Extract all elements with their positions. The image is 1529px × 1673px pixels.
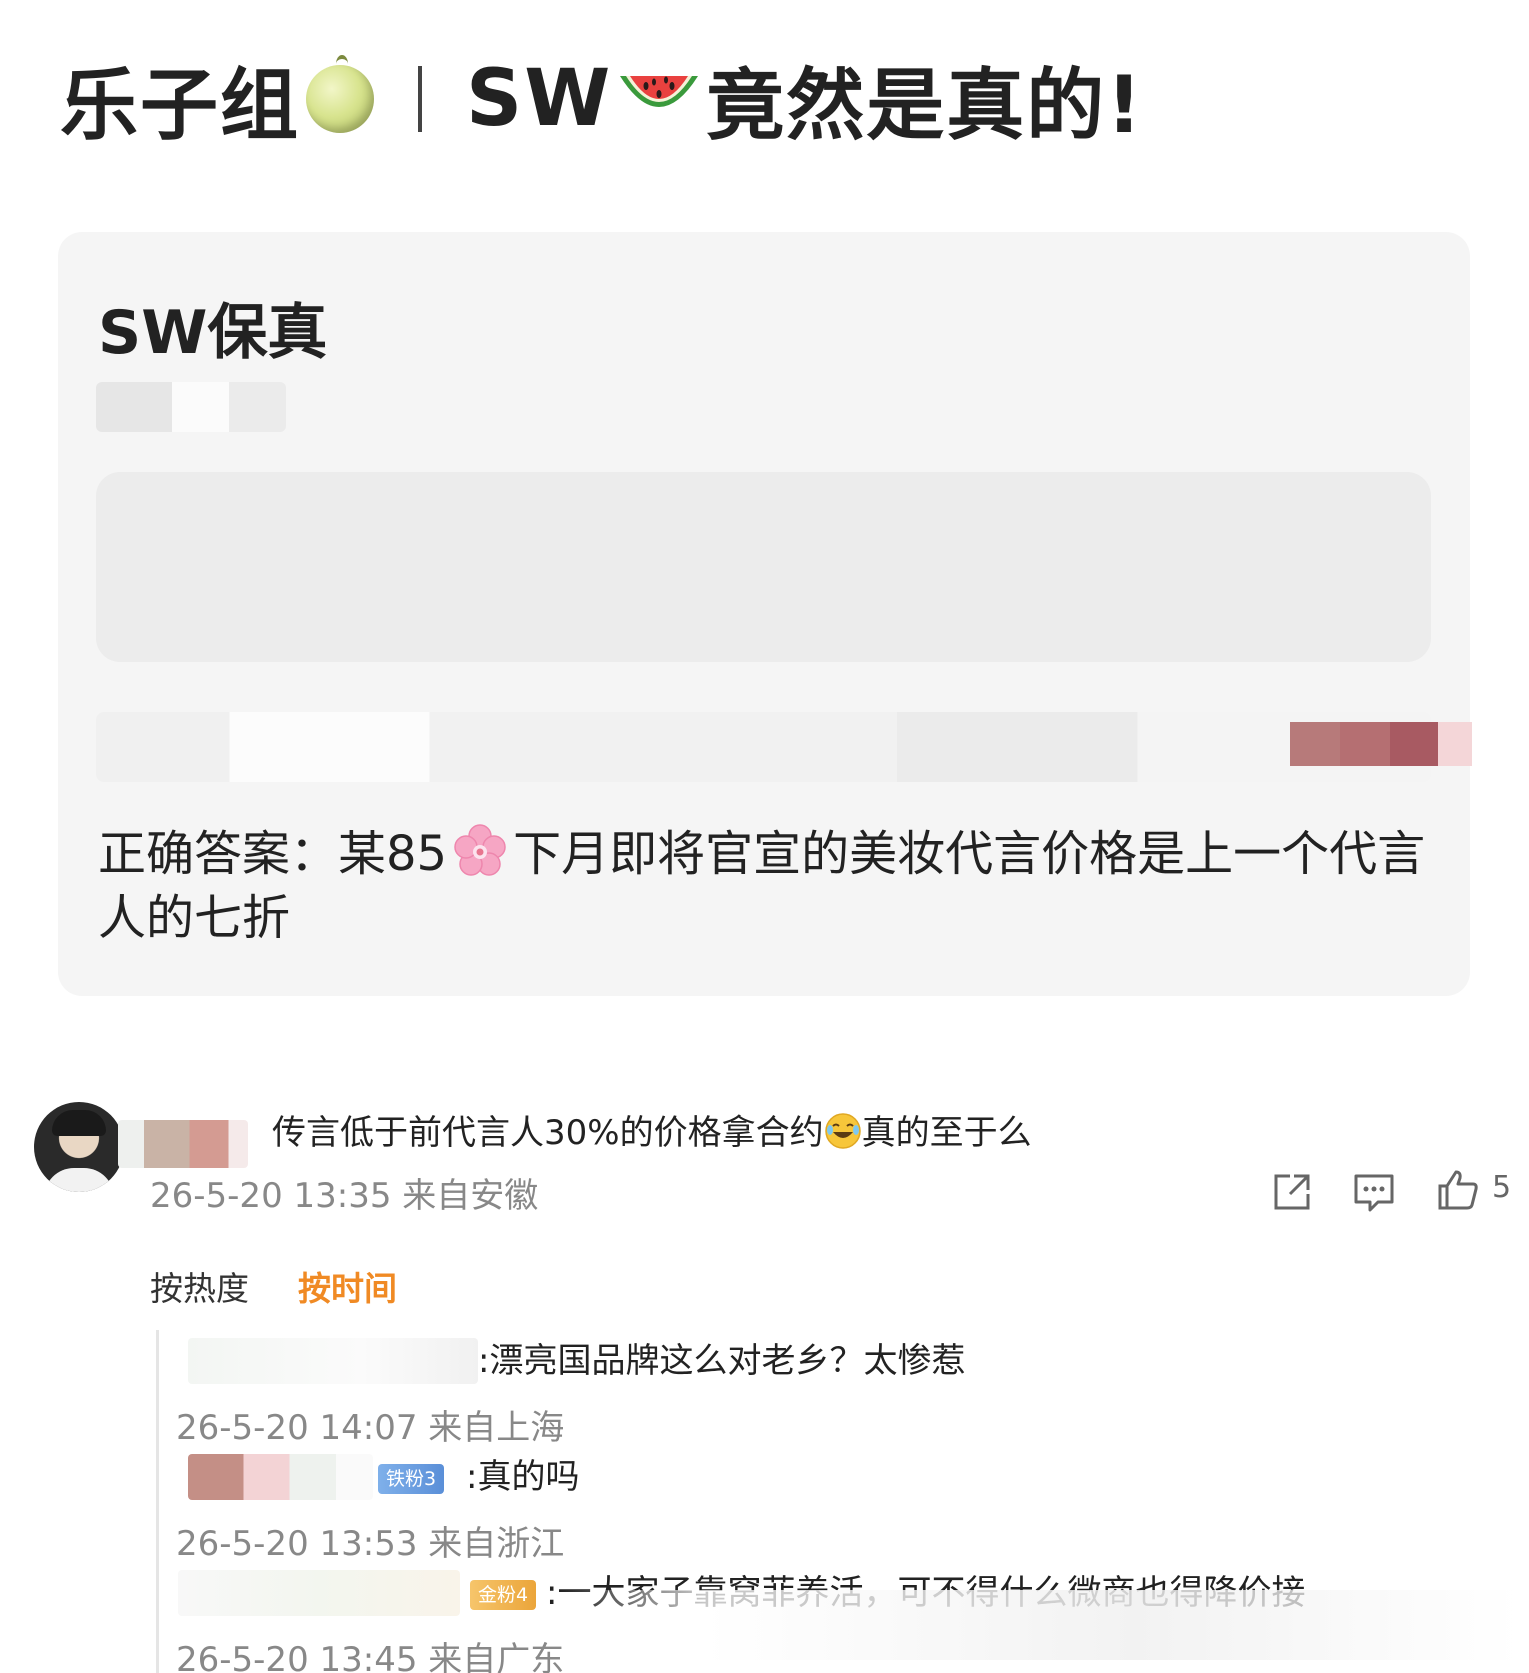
card-answer: 正确答案：某85 下月即将官宣的美妆代言价格是上一个代言人的七折 — [98, 822, 1428, 950]
blurred-username[interactable] — [118, 1120, 248, 1168]
like-count: 5 — [1492, 1170, 1512, 1205]
sort-by-hot-tab[interactable]: 按热度 — [150, 1262, 249, 1310]
reply-thread-bar — [156, 1330, 159, 1673]
comment-text: 传言低于前代言人30%的价格拿合约 真的至于么 — [272, 1110, 1032, 1156]
headline-right-text-b: 竟然是真的! — [706, 61, 1144, 151]
laughing-tears-icon — [824, 1113, 861, 1149]
headline-right-text-a: SW — [466, 54, 613, 144]
reply-text: :真的吗 — [466, 1457, 580, 1497]
watermelon-icon — [620, 76, 699, 107]
cherry-blossom-icon — [454, 824, 506, 876]
comment-meta: 26-5-20 13:35 来自安徽 — [150, 1176, 539, 1216]
reply-meta: 26-5-20 14:07 来自上海 — [176, 1408, 565, 1448]
comment-icon[interactable] — [1352, 1168, 1396, 1216]
blurred-author-meta — [96, 382, 286, 432]
share-icon[interactable] — [1270, 1168, 1314, 1216]
watermark-smear — [560, 1590, 1520, 1660]
gold-fan-badge: 金粉4 — [470, 1580, 537, 1610]
blurred-reply-username[interactable] — [188, 1338, 478, 1384]
blurred-reply-username[interactable] — [188, 1454, 373, 1500]
blurred-chip — [1390, 722, 1440, 766]
headline-divider — [418, 66, 423, 132]
blurred-content-block — [96, 472, 1431, 662]
comment-text-b: 真的至于么 — [861, 1113, 1032, 1153]
blurred-chip — [1340, 722, 1390, 766]
comment-text-a: 传言低于前代言人30%的价格拿合约 — [272, 1113, 824, 1153]
answer-prefix: 正确答案：某85 — [98, 826, 448, 882]
headline-left-text: 乐子组 — [60, 61, 301, 151]
iron-fan-badge: 铁粉3 — [378, 1464, 445, 1494]
blurred-chip — [1438, 722, 1472, 766]
card-title: SW保真 — [98, 298, 328, 368]
reply-meta: 26-5-20 13:45 来自广东 — [176, 1640, 565, 1673]
post-card[interactable]: SW保真 正确答案：某85 下月即将官宣的美妆代言价格是上一个代言人的七折 — [58, 232, 1472, 996]
reply-text: :漂亮国品牌这么对老乡？太惨惹 — [478, 1341, 966, 1381]
avatar[interactable] — [34, 1102, 124, 1192]
reply-meta: 26-5-20 13:53 来自浙江 — [176, 1524, 565, 1564]
headline: 乐子组 SW 竟然是真的! — [60, 44, 1144, 154]
blurred-chip — [1290, 722, 1340, 766]
melon-icon — [306, 55, 375, 133]
sort-by-time-tab[interactable]: 按时间 — [298, 1262, 397, 1310]
blurred-reply-username[interactable] — [178, 1570, 460, 1616]
thumbs-up-icon[interactable] — [1436, 1166, 1480, 1214]
blurred-info-row — [96, 712, 1431, 782]
